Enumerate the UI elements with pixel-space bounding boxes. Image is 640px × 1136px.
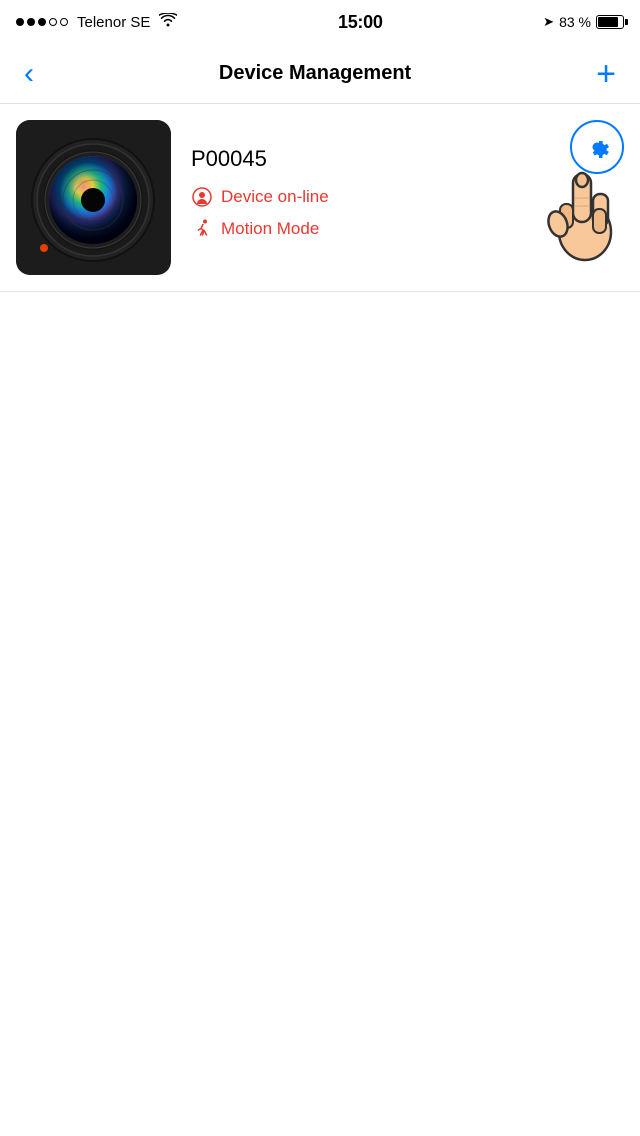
wifi-icon (159, 13, 177, 32)
nav-bar: ‹ Device Management + (0, 44, 640, 104)
device-item: P00045 Device on-line (0, 104, 640, 292)
status-bar: Telenor SE 15:00 ➤ 83 % (0, 0, 640, 44)
add-button[interactable]: + (588, 53, 624, 95)
status-left: Telenor SE (16, 13, 177, 32)
signal-dot-4 (49, 18, 57, 26)
status-time: 15:00 (338, 12, 383, 33)
camera-thumbnail[interactable] (16, 120, 171, 275)
device-info: P00045 Device on-line (171, 146, 624, 250)
device-online-icon (191, 186, 213, 208)
motion-mode-icon (191, 218, 213, 240)
settings-button[interactable] (570, 120, 624, 174)
signal-dot-5 (60, 18, 68, 26)
signal-dots (16, 18, 68, 26)
device-list: P00045 Device on-line (0, 104, 640, 292)
status-right: ➤ 83 % (543, 14, 624, 30)
battery-shell (596, 15, 624, 29)
location-icon: ➤ (543, 14, 554, 30)
device-status-row: Device on-line (191, 186, 564, 208)
signal-dot-2 (27, 18, 35, 26)
signal-dot-1 (16, 18, 24, 26)
battery-percent: 83 % (559, 14, 591, 30)
motion-mode-label: Motion Mode (221, 219, 319, 239)
back-button[interactable]: ‹ (16, 55, 42, 93)
page-title: Device Management (219, 62, 411, 85)
device-name: P00045 (191, 146, 564, 172)
battery-fill (598, 17, 618, 27)
empty-content-area (0, 292, 640, 1072)
device-mode-row: Motion Mode (191, 218, 564, 240)
device-online-label: Device on-line (221, 187, 329, 207)
carrier-label: Telenor SE (77, 14, 150, 31)
signal-dot-3 (38, 18, 46, 26)
battery-indicator (596, 15, 624, 29)
